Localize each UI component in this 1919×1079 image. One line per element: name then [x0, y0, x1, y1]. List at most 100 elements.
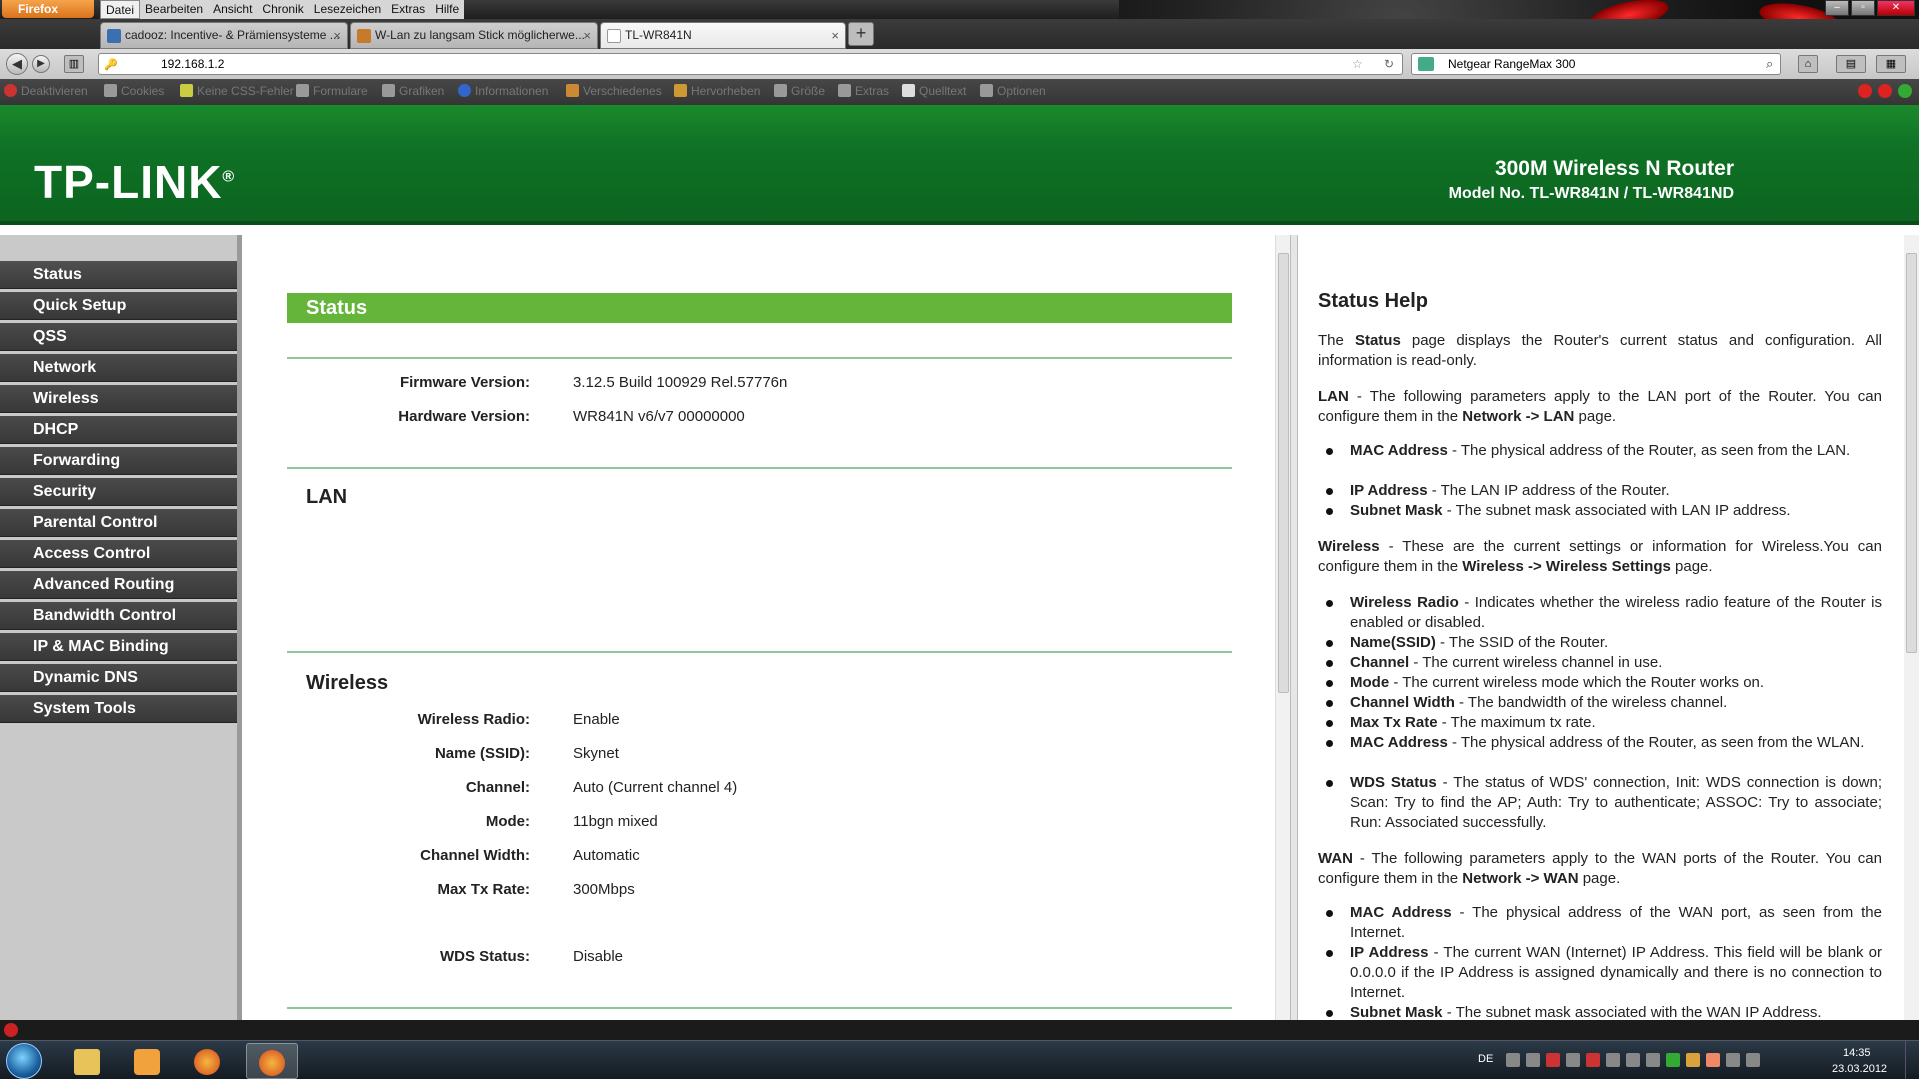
sidebar-item-network[interactable]: Network [0, 354, 237, 382]
sidebar-item-status[interactable]: Status [0, 261, 237, 289]
tray-icon[interactable] [1506, 1053, 1520, 1067]
help-list-item: IP Address - The LAN IP address of the R… [1326, 481, 1882, 501]
scrollbar-thumb[interactable] [1906, 253, 1917, 653]
taskbar-firefox[interactable] [182, 1043, 234, 1079]
menu-bearbeiten[interactable]: Bearbeiten [140, 0, 209, 19]
flag-icon[interactable] [1726, 1053, 1740, 1067]
tray-icon[interactable] [1646, 1053, 1660, 1067]
tray-icon[interactable] [1666, 1053, 1680, 1067]
home-icon[interactable]: ⌂ [1798, 55, 1818, 73]
tray-icon[interactable] [1706, 1053, 1720, 1067]
error-icon[interactable] [1858, 84, 1872, 98]
devbar-quelltext[interactable]: Quelltext [902, 84, 966, 98]
devbar-groesse[interactable]: Größe [774, 84, 825, 98]
devbar-verschiedenes[interactable]: Verschiedenes [566, 84, 662, 98]
tray-icon[interactable] [1606, 1053, 1620, 1067]
reload-icon[interactable]: ↻ [1384, 57, 1394, 71]
sidebar-item-access-control[interactable]: Access Control [0, 540, 237, 568]
close-tab-icon[interactable]: × [583, 23, 591, 48]
devbar-formulare[interactable]: Formulare [296, 84, 368, 98]
devbar-extras[interactable]: Extras [838, 84, 889, 98]
new-tab-button[interactable]: + [848, 22, 874, 46]
sidebar-item-advanced-routing[interactable]: Advanced Routing [0, 571, 237, 599]
sidebar-item-wireless[interactable]: Wireless [0, 385, 237, 413]
taskbar-explorer[interactable] [62, 1043, 114, 1079]
bookmark-star-icon[interactable]: ☆ [1352, 57, 1363, 71]
tray-icon[interactable] [1686, 1053, 1700, 1067]
minimize-button[interactable]: – [1825, 0, 1849, 16]
tray-icon[interactable] [1546, 1053, 1560, 1067]
menu-ansicht[interactable]: Ansicht [208, 0, 258, 19]
sidebar-item-qss[interactable]: QSS [0, 323, 237, 351]
tray-icon[interactable] [1586, 1053, 1600, 1067]
tab-wlan-forum[interactable]: W-Lan zu langsam Stick möglicherwe... × [350, 22, 598, 49]
downloads-icon[interactable]: ▤ [1836, 55, 1866, 73]
forward-button[interactable]: ▶ [32, 55, 50, 73]
menu-chronik[interactable]: Chronik [257, 0, 309, 19]
devbar-deaktivieren[interactable]: Deaktivieren [4, 84, 88, 98]
close-tab-icon[interactable]: × [333, 23, 341, 48]
site-identity-icon[interactable]: 🔑 [104, 58, 118, 71]
clock-date[interactable]: 23.03.2012 [1832, 1063, 1887, 1075]
devbar-grafiken[interactable]: Grafiken [382, 84, 444, 98]
tab-strip: cadooz: Incentive- & Prämiensysteme ... … [0, 19, 1919, 49]
close-tab-icon[interactable]: × [831, 23, 839, 48]
language-indicator[interactable]: DE [1478, 1053, 1493, 1065]
sidebar-item-quick-setup[interactable]: Quick Setup [0, 292, 237, 320]
back-button[interactable]: ◀ [6, 53, 28, 75]
tray-icon[interactable] [1566, 1053, 1580, 1067]
help-intro: The Status page displays the Router's cu… [1318, 332, 1882, 369]
menu-hilfe[interactable]: Hilfe [430, 0, 465, 19]
show-desktop-button[interactable] [1905, 1041, 1919, 1079]
page-title: Status [287, 293, 1232, 323]
close-window-button[interactable]: ✕ [1877, 0, 1915, 16]
help-list-item: Mode - The current wireless mode which t… [1326, 673, 1882, 693]
scrollbar-thumb[interactable] [1278, 253, 1289, 693]
help-wireless: Wireless - These are the current setting… [1318, 538, 1882, 575]
tab-tl-wr841n[interactable]: TL-WR841N × [600, 22, 846, 49]
start-button[interactable] [6, 1043, 42, 1079]
error-icon[interactable] [1878, 84, 1892, 98]
help-scrollbar[interactable] [1904, 235, 1919, 1020]
main-scrollbar[interactable] [1275, 235, 1290, 1020]
sidebar-item-system-tools[interactable]: System Tools [0, 695, 237, 723]
menu-lesezeichen[interactable]: Lesezeichen [308, 0, 387, 19]
taskbar-media-player[interactable] [122, 1043, 174, 1079]
tab-cadooz[interactable]: cadooz: Incentive- & Prämiensysteme ... … [100, 22, 348, 49]
menu-extras[interactable]: Extras [386, 0, 431, 19]
tray-icon[interactable] [1526, 1053, 1540, 1067]
sidebar-item-ip-mac-binding[interactable]: IP & MAC Binding [0, 633, 237, 661]
firefox-menu-button[interactable]: Firefox [2, 0, 94, 18]
sidebar-item-forwarding[interactable]: Forwarding [0, 447, 237, 475]
help-list-item: MAC Address - The physical address of th… [1326, 733, 1882, 753]
sidebar-item-parental-control[interactable]: Parental Control [0, 509, 237, 537]
devbar-cookies[interactable]: Cookies [104, 84, 164, 98]
devbar-optionen[interactable]: Optionen [980, 84, 1046, 98]
sidebar-item-bandwidth-control[interactable]: Bandwidth Control [0, 602, 237, 630]
adblock-icon[interactable] [4, 1023, 18, 1037]
check-icon[interactable] [1898, 84, 1912, 98]
maximize-button[interactable]: ▫ [1851, 0, 1875, 16]
network-signal-icon[interactable] [1746, 1053, 1760, 1067]
devbar-css[interactable]: Keine CSS-Fehler [180, 84, 294, 98]
taskbar-firefox-active[interactable] [246, 1043, 298, 1079]
volume-icon[interactable] [1626, 1053, 1640, 1067]
search-icon[interactable]: ⌕ [1766, 56, 1773, 72]
sidebar-item-security[interactable]: Security [0, 478, 237, 506]
clock-time[interactable]: 14:35 [1843, 1047, 1871, 1059]
devbar-hervorheben[interactable]: Hervorheben [674, 84, 760, 98]
search-engine-icon[interactable] [1418, 57, 1434, 71]
devbar-informationen[interactable]: Informationen [458, 84, 548, 98]
menu-datei[interactable]: Datei [100, 0, 141, 19]
system-tray [1506, 1053, 1760, 1067]
bookmarks-icon[interactable]: ▥ [64, 55, 84, 73]
sidebar-item-dynamic-dns[interactable]: Dynamic DNS [0, 664, 237, 692]
search-text: Netgear RangeMax 300 [1448, 57, 1576, 71]
tab-label: W-Lan zu langsam Stick möglicherwe... [375, 28, 585, 42]
search-input[interactable]: Netgear RangeMax 300 [1411, 53, 1781, 75]
addon-icon[interactable]: ▦ [1876, 55, 1906, 73]
sidebar-item-dhcp[interactable]: DHCP [0, 416, 237, 444]
web-developer-toolbar: Deaktivieren Cookies Keine CSS-Fehler Fo… [0, 79, 1919, 105]
browser-status-bar [0, 1020, 1919, 1040]
address-bar[interactable]: 192.168.1.2 [98, 53, 1403, 75]
